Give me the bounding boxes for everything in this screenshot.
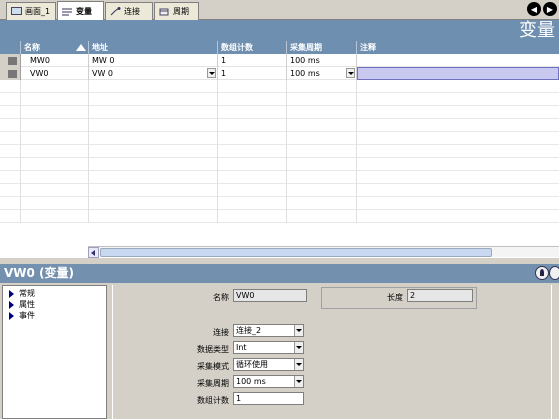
variables-table: 名称 地址 数组计数 采集周期 注释 MW0 MW 0 1 100 ms VW0… bbox=[0, 41, 559, 258]
column-header-acq-cycle[interactable]: 采集周期 bbox=[287, 41, 357, 54]
column-header-comment[interactable]: 注释 bbox=[357, 41, 559, 54]
cell-comment-editing[interactable] bbox=[357, 67, 559, 80]
chevron-down-icon[interactable] bbox=[294, 342, 303, 353]
array-count-label: 数组计数 bbox=[197, 396, 229, 405]
acq-mode-label: 采集模式 bbox=[197, 362, 229, 371]
table-body: MW0 MW 0 1 100 ms VW0 VW 0 1 100 ms bbox=[0, 54, 559, 223]
tree-item-events[interactable]: 事件 bbox=[3, 310, 106, 321]
datatype-select[interactable]: Int bbox=[233, 341, 304, 354]
cell-address-value: VW 0 bbox=[92, 69, 114, 78]
connection-icon bbox=[110, 7, 121, 16]
acq-cycle-select[interactable]: 100 ms bbox=[233, 375, 304, 388]
scroll-right-icon[interactable]: ▶ bbox=[543, 2, 557, 16]
close-icon[interactable] bbox=[549, 266, 559, 280]
sort-ascending-icon bbox=[76, 44, 86, 51]
chevron-down-icon[interactable] bbox=[294, 376, 303, 387]
cycle-dropdown-icon[interactable] bbox=[346, 68, 355, 78]
datatype-value: Int bbox=[236, 343, 247, 352]
tab-label: 变量 bbox=[76, 6, 92, 16]
tab-label: 周期 bbox=[173, 7, 189, 16]
screen-icon bbox=[11, 7, 22, 16]
empty-row bbox=[0, 106, 559, 119]
properties-tree: 常规 属性 事件 bbox=[2, 285, 107, 419]
cell-address[interactable]: MW 0 bbox=[89, 54, 218, 67]
tab-screen-1[interactable]: 画面_1 bbox=[6, 2, 56, 20]
tab-connections[interactable]: 连接 bbox=[105, 2, 153, 20]
empty-row bbox=[0, 184, 559, 197]
name-label: 名称 bbox=[213, 293, 229, 302]
empty-row bbox=[0, 171, 559, 184]
empty-row bbox=[0, 80, 559, 93]
length-field: 2 bbox=[407, 289, 473, 302]
properties-title: VW0 (变量) bbox=[0, 264, 559, 283]
datatype-label: 数据类型 bbox=[197, 345, 229, 354]
address-dropdown-icon[interactable] bbox=[207, 68, 216, 78]
cycle-icon bbox=[159, 7, 170, 16]
empty-row bbox=[0, 93, 559, 106]
array-count-field[interactable]: 1 bbox=[233, 392, 304, 405]
row-selector[interactable] bbox=[0, 67, 21, 80]
expand-arrow-icon bbox=[9, 301, 14, 309]
vertical-scrollbar[interactable] bbox=[551, 285, 559, 419]
expand-arrow-icon bbox=[9, 290, 14, 298]
editor-tab-strip: 画面_1 变量 连接 周期 ◀ ▶ bbox=[0, 0, 559, 20]
tab-label: 画面_1 bbox=[25, 7, 51, 16]
scrollbar-thumb[interactable] bbox=[100, 248, 492, 257]
chevron-down-icon[interactable] bbox=[294, 359, 303, 370]
empty-row bbox=[0, 210, 559, 223]
expand-arrow-icon bbox=[9, 312, 14, 320]
row-marker-icon bbox=[8, 70, 17, 78]
cell-comment[interactable] bbox=[357, 54, 559, 67]
empty-row bbox=[0, 119, 559, 132]
acq-cycle-label: 采集周期 bbox=[197, 379, 229, 388]
tree-item-general[interactable]: 常规 bbox=[3, 288, 106, 299]
acq-mode-value: 循环使用 bbox=[236, 360, 268, 369]
cell-array-count[interactable]: 1 bbox=[218, 67, 287, 80]
cell-address[interactable]: VW 0 bbox=[89, 67, 218, 80]
cell-acq-cycle[interactable]: 100 ms bbox=[287, 54, 357, 67]
cell-acq-cycle-value: 100 ms bbox=[290, 69, 320, 78]
editor-title-band: 变量 bbox=[0, 20, 559, 41]
cell-acq-cycle[interactable]: 100 ms bbox=[287, 67, 357, 80]
properties-form: 名称 VW0 长度 2 连接 连接_2 数据类型 Int 采集模式 循环使用 采… bbox=[112, 285, 559, 419]
cell-array-count[interactable]: 1 bbox=[218, 54, 287, 67]
column-header-name[interactable]: 名称 bbox=[21, 41, 89, 54]
tab-nav: ◀ ▶ bbox=[527, 2, 557, 16]
connection-label: 连接 bbox=[213, 328, 229, 337]
length-label: 长度 bbox=[387, 293, 403, 302]
tab-cycles[interactable]: 周期 bbox=[154, 2, 199, 20]
connection-value: 连接_2 bbox=[236, 326, 262, 335]
column-header-array-count[interactable]: 数组计数 bbox=[218, 41, 287, 54]
acq-cycle-value: 100 ms bbox=[236, 377, 266, 386]
tab-variables[interactable]: 变量 bbox=[57, 1, 104, 20]
row-selector[interactable] bbox=[0, 54, 21, 67]
cell-name[interactable]: MW0 bbox=[21, 54, 89, 67]
empty-rows bbox=[0, 80, 559, 223]
acq-mode-select[interactable]: 循环使用 bbox=[233, 358, 304, 371]
header-corner bbox=[0, 41, 21, 54]
name-field[interactable]: VW0 bbox=[233, 289, 307, 302]
variable-icon bbox=[62, 7, 73, 16]
table-header: 名称 地址 数组计数 采集周期 注释 bbox=[0, 41, 559, 54]
scroll-left-icon[interactable]: ◀ bbox=[527, 2, 541, 16]
cell-name[interactable]: VW0 bbox=[21, 67, 89, 80]
table-row[interactable]: VW0 VW 0 1 100 ms bbox=[0, 67, 559, 80]
scroll-left-arrow-icon[interactable] bbox=[88, 247, 99, 258]
tab-label: 连接 bbox=[124, 7, 140, 16]
horizontal-scrollbar[interactable] bbox=[88, 246, 559, 258]
connection-select[interactable]: 连接_2 bbox=[233, 324, 304, 337]
empty-row bbox=[0, 197, 559, 210]
column-header-address[interactable]: 地址 bbox=[89, 41, 218, 54]
editor-title: 变量 bbox=[519, 20, 555, 41]
help-icon[interactable] bbox=[535, 266, 549, 280]
empty-row bbox=[0, 132, 559, 145]
tree-item-properties[interactable]: 属性 bbox=[3, 299, 106, 310]
empty-row bbox=[0, 145, 559, 158]
table-row[interactable]: MW0 MW 0 1 100 ms bbox=[0, 54, 559, 67]
chevron-down-icon[interactable] bbox=[294, 325, 303, 336]
empty-row bbox=[0, 158, 559, 171]
row-marker-icon bbox=[8, 57, 17, 65]
